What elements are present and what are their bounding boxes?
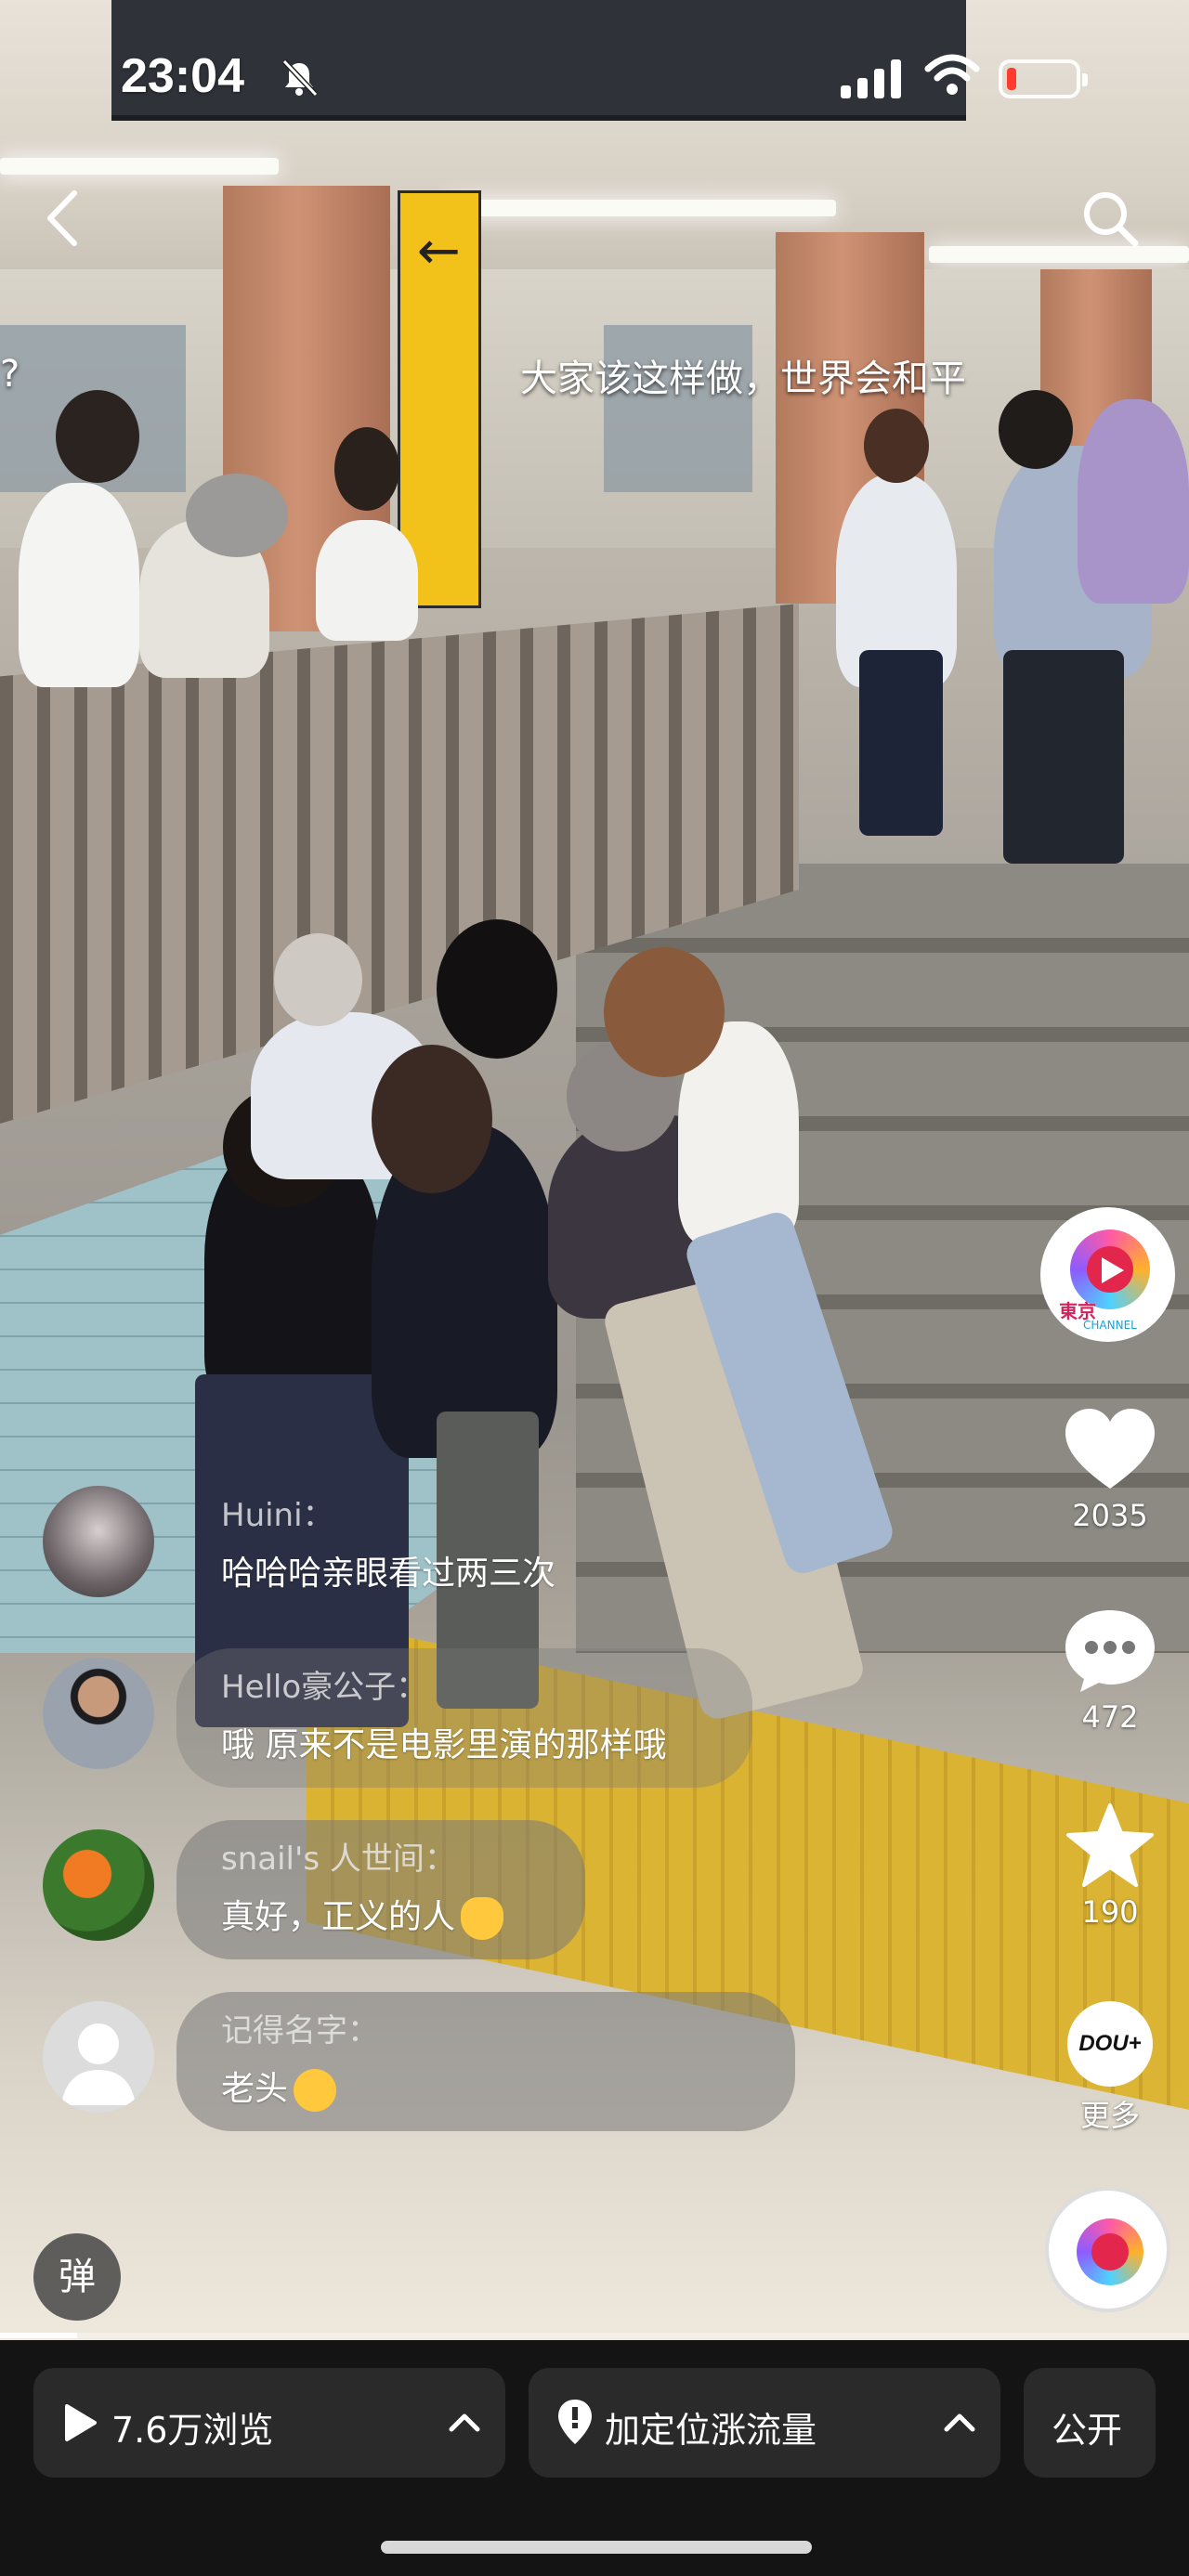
comment-user: Huini：: [221, 1497, 334, 1534]
bystander-head: [999, 390, 1073, 469]
video-caption: 大家该这样做，世界会和平: [520, 358, 966, 400]
bystander: [316, 520, 418, 641]
location-boost-button[interactable]: 加定位涨流量: [529, 2368, 1000, 2478]
bystander-head: [186, 474, 288, 557]
views-button[interactable]: 7.6万浏览: [33, 2368, 505, 2478]
favorite-count: 190: [1081, 1894, 1139, 1930]
wifi-icon: [924, 54, 980, 95]
edge-text: ?: [0, 353, 20, 396]
visibility-label: 公开: [1052, 2410, 1123, 2451]
battery-icon: [999, 59, 1088, 98]
more-label: 更多: [1079, 2098, 1140, 2133]
thumbs-up-icon: [461, 1897, 504, 1940]
person-head: [372, 1045, 492, 1193]
playback-progress-fill: [0, 2333, 78, 2338]
favorite-button[interactable]: 190: [1040, 1802, 1180, 1930]
comment-text: 哦 原来不是电影里演的那样哦: [221, 1726, 667, 1764]
battery-level: [1007, 68, 1016, 90]
older-man-head: [274, 933, 362, 1026]
search-icon[interactable]: [1078, 186, 1143, 251]
ceiling-light: [446, 200, 836, 216]
bystander-legs: [1003, 650, 1124, 864]
bystander: [1078, 399, 1189, 604]
channel-logo-sub: CHANNEL: [1083, 1319, 1137, 1332]
bystander-head: [334, 427, 399, 511]
comment-bubble: Hello豪公子： 哦 原来不是电影里演的那样哦: [176, 1648, 752, 1788]
ceiling-light: [0, 158, 279, 175]
like-count: 2035: [1072, 1498, 1148, 1533]
comment-text: 哈哈哈亲眼看过两三次: [221, 1555, 556, 1593]
ceiling-light: [929, 246, 1189, 263]
comment-bubble: Huini： 哈哈哈亲眼看过两三次: [176, 1477, 600, 1616]
location-pin-icon: [558, 2400, 592, 2444]
playback-progress[interactable]: [0, 2333, 1189, 2338]
suspect-head: [437, 919, 557, 1059]
doug-badge-icon: DOU+: [1067, 2001, 1153, 2087]
views-label: 7.6万浏览: [111, 2410, 274, 2451]
bystander: [19, 483, 139, 687]
bystander-legs: [859, 650, 943, 836]
avatar: [43, 1829, 154, 1941]
location-label: 加定位涨流量: [605, 2410, 817, 2451]
chevron-up-icon: [944, 2413, 975, 2432]
comment-button[interactable]: 472: [1040, 1607, 1180, 1735]
home-indicator[interactable]: [381, 2541, 812, 2554]
avatar: [43, 2001, 154, 2113]
back-chevron-icon[interactable]: [37, 186, 93, 251]
more-button[interactable]: DOU+ 更多: [1040, 2001, 1180, 2135]
bell-slash-icon: [281, 59, 319, 98]
comment-user: 记得名字：: [221, 2012, 379, 2049]
comment-item[interactable]: Huini： 哈哈哈亲眼看过两三次: [0, 1477, 836, 1634]
channel-avatar[interactable]: 東京 CHANNEL: [1040, 1207, 1175, 1342]
star-icon: [1066, 1803, 1154, 1887]
like-button[interactable]: 2035: [1040, 1407, 1180, 1533]
sound-disc[interactable]: [1045, 2187, 1170, 2312]
chevron-up-icon: [449, 2413, 480, 2432]
danmu-toggle-button[interactable]: 弹: [33, 2233, 121, 2321]
comment-user: Hello豪公子：: [221, 1669, 428, 1706]
comment-item[interactable]: 记得名字： 老头: [0, 1992, 836, 2150]
comment-user: snail's 人世间：: [221, 1841, 456, 1878]
comment-bubble-icon: [1065, 1610, 1155, 1692]
comment-bubble: 记得名字： 老头: [176, 1992, 795, 2131]
avatar: [43, 1658, 154, 1769]
comment-text: 老头: [221, 2070, 289, 2108]
old-man-emoji-icon: [294, 2069, 337, 2112]
heart-icon: [1065, 1409, 1155, 1489]
comment-item[interactable]: Hello豪公子： 哦 原来不是电影里演的那样哦: [0, 1648, 836, 1806]
bystander-head: [864, 409, 929, 483]
default-avatar-icon: [61, 2023, 136, 2105]
comment-item[interactable]: snail's 人世间： 真好，正义的人: [0, 1820, 836, 1978]
comment-bubble: snail's 人世间： 真好，正义的人: [176, 1820, 585, 1959]
avatar: [43, 1486, 154, 1597]
brown-hair-head: [604, 947, 725, 1077]
comment-text: 真好，正义的人: [221, 1898, 456, 1936]
clock: 23:04: [121, 49, 244, 103]
comment-count: 472: [1081, 1699, 1139, 1735]
bystander-head: [56, 390, 139, 483]
status-bar: 23:04: [0, 0, 1189, 158]
visibility-button[interactable]: 公开: [1024, 2368, 1156, 2478]
play-icon: [65, 2404, 97, 2441]
cellular-signal-icon: [841, 59, 901, 98]
